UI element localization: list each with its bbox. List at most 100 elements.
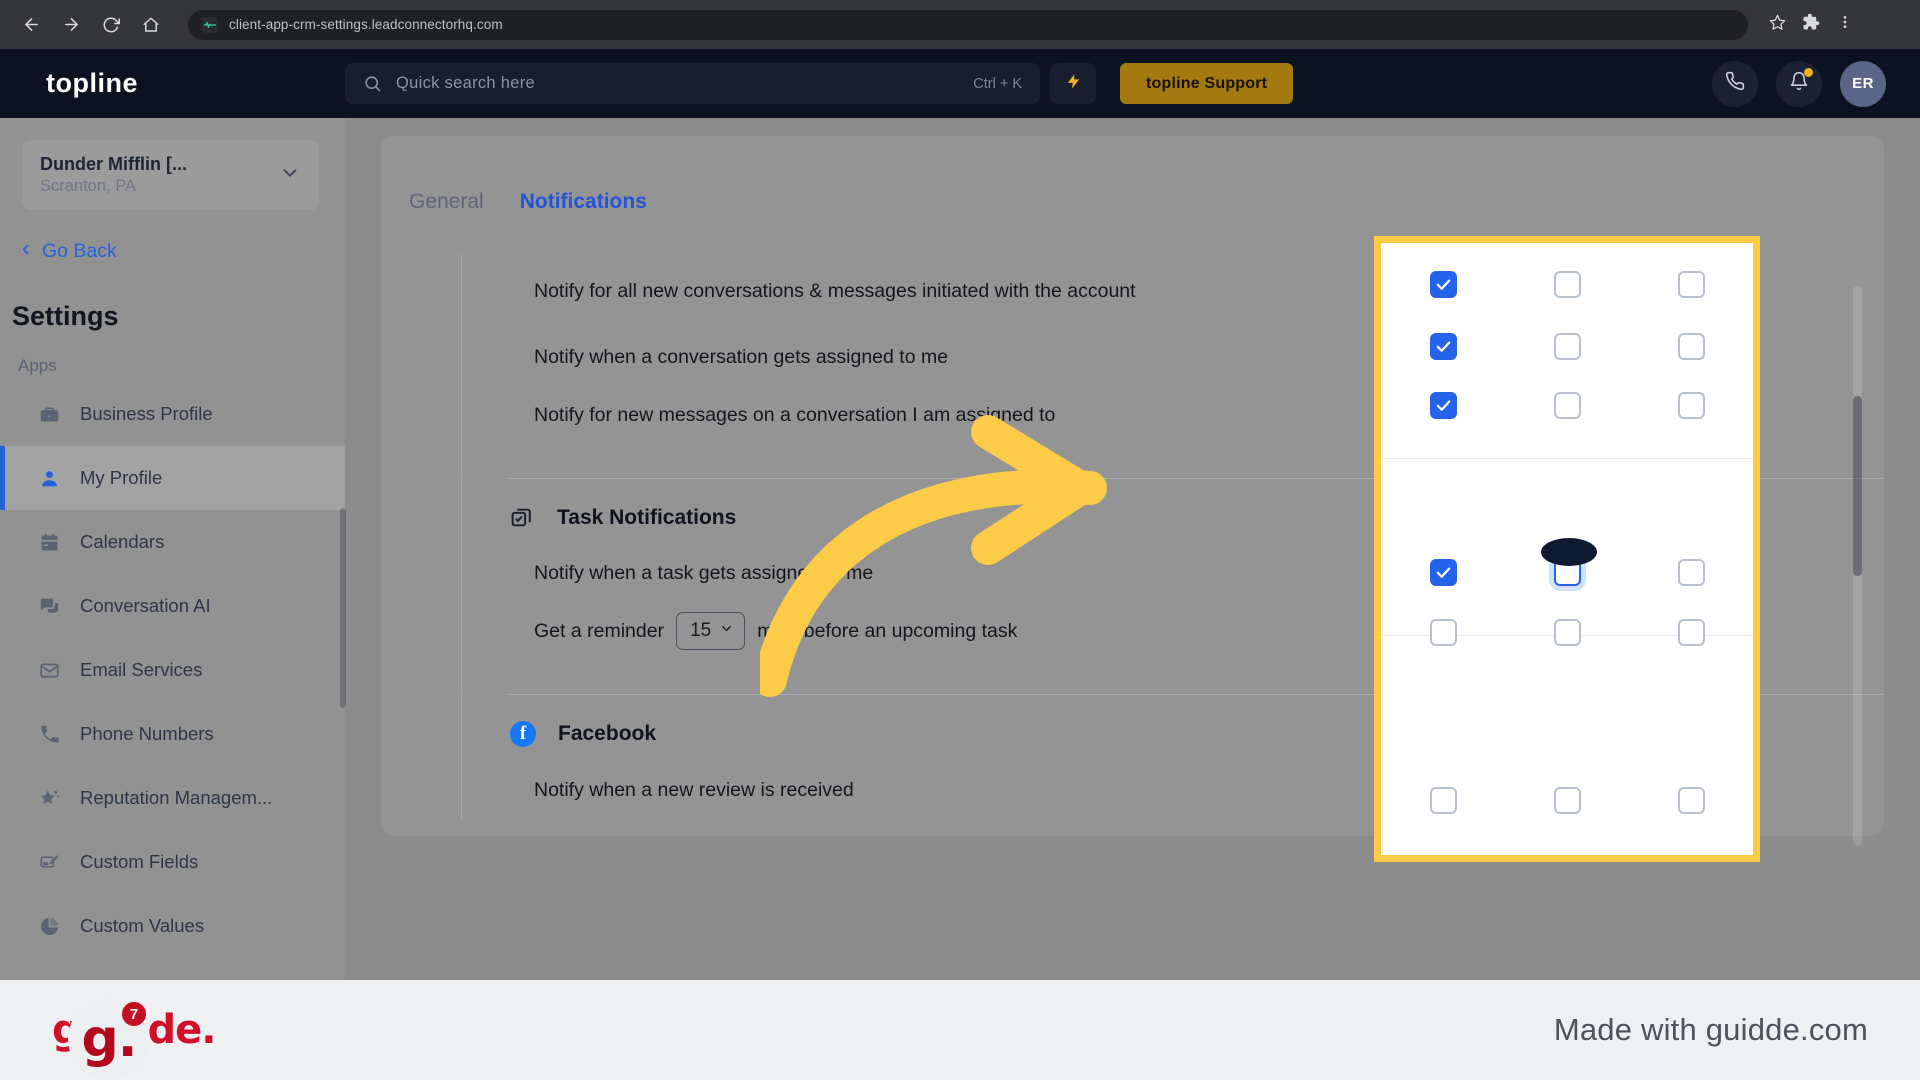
location-name: Dunder Mifflin [... — [40, 154, 187, 175]
checkbox-row-all-conversations — [1381, 255, 1753, 313]
facebook-icon: f — [510, 721, 536, 747]
reminder-suffix-label: mins before an upcoming task — [757, 619, 1018, 642]
section-title: Task Notifications — [557, 505, 737, 529]
checkbox-col3[interactable] — [1677, 618, 1705, 646]
checkbox-col3[interactable] — [1677, 558, 1705, 586]
sidebar-item-email-services[interactable]: Email Services — [0, 638, 345, 702]
phone-icon — [1725, 71, 1745, 96]
settings-tabs: General Notifications — [381, 136, 1884, 214]
row-label: Notify when a task gets assigned to me — [534, 561, 874, 584]
form-edit-icon — [34, 852, 64, 873]
phone-icon — [34, 724, 64, 745]
checkbox-col1[interactable] — [1429, 786, 1457, 814]
puzzle-icon — [1802, 13, 1820, 36]
checkbox-col1[interactable] — [1429, 618, 1457, 646]
checkbox-col3[interactable] — [1677, 391, 1705, 419]
checkbox-col3[interactable] — [1677, 786, 1705, 814]
sidebar-item-custom-fields[interactable]: Custom Fields — [0, 830, 345, 894]
sidebar-item-my-profile[interactable]: My Profile — [0, 446, 345, 510]
checkbox-col3[interactable] — [1677, 332, 1705, 360]
reload-button[interactable] — [94, 8, 128, 42]
app-logo[interactable]: topline — [0, 68, 345, 99]
sidebar-item-calendars[interactable]: Calendars — [0, 510, 345, 574]
checkbox-col2[interactable] — [1553, 270, 1581, 298]
search-shortcut-hint: Ctrl + K — [973, 75, 1022, 92]
tab-general[interactable]: General — [409, 190, 484, 214]
sidebar-item-label: Conversation AI — [80, 595, 211, 616]
checkbox-col3[interactable] — [1677, 270, 1705, 298]
checkbox-col1[interactable] — [1429, 270, 1457, 298]
sidebar-item-label: Business Profile — [80, 403, 213, 424]
search-placeholder: Quick search here — [396, 74, 535, 92]
guidde-footer: guidde. Made with guidde.com — [0, 980, 1920, 1080]
checkbox-col1[interactable] — [1429, 391, 1457, 419]
row-label: Notify when a new review is received — [534, 778, 854, 801]
row-label: Notify for new messages on a conversatio… — [534, 403, 1056, 426]
guidde-badge-count: 7 — [120, 1000, 148, 1028]
location-subtitle: Scranton, PA — [40, 176, 136, 195]
sidebar-item-label: Phone Numbers — [80, 723, 214, 744]
bookmark-button[interactable] — [1762, 10, 1792, 40]
row-label: Notify for all new conversations & messa… — [534, 279, 1136, 302]
search-icon — [363, 74, 382, 93]
go-back-link[interactable]: Go Back — [18, 240, 345, 263]
tab-notifications[interactable]: Notifications — [520, 190, 647, 214]
home-button[interactable] — [134, 8, 168, 42]
address-bar[interactable]: client-app-crm-settings.leadconnectorhq.… — [188, 9, 1748, 40]
person-icon — [34, 468, 64, 489]
phone-dialer-button[interactable] — [1712, 60, 1758, 107]
content-scrollbar-track[interactable] — [1853, 286, 1862, 846]
back-arrow-icon — [22, 15, 41, 34]
checkbox-col2[interactable] — [1553, 786, 1581, 814]
panel-row-separator — [1381, 458, 1753, 459]
chevron-left-icon — [18, 240, 33, 263]
sidebar-item-label: My Profile — [80, 467, 163, 488]
forward-arrow-icon — [62, 15, 81, 34]
home-icon — [142, 16, 160, 34]
page-title: Settings — [12, 301, 119, 331]
reminder-row: Get a reminder 15 mins before an upcomin… — [534, 612, 1017, 650]
reminder-minutes-select[interactable]: 15 — [676, 612, 746, 650]
quick-search-input[interactable]: Quick search here Ctrl + K — [345, 63, 1040, 104]
forward-button[interactable] — [54, 8, 88, 42]
sidebar-item-custom-values[interactable]: Custom Values — [0, 894, 345, 958]
sidebar-item-business-profile[interactable]: Business Profile — [0, 382, 345, 446]
back-button[interactable] — [14, 8, 48, 42]
row-label: Notify when a conversation gets assigned… — [534, 345, 949, 368]
checkbox-col2[interactable] — [1553, 391, 1581, 419]
location-switcher[interactable]: Dunder Mifflin [... Scranton, PA — [22, 140, 319, 210]
app-header: topline Quick search here Ctrl + K topli… — [0, 49, 1920, 118]
sidebar-item-phone-numbers[interactable]: Phone Numbers — [0, 702, 345, 766]
star-sparkle-icon — [34, 788, 64, 809]
checkbox-col2[interactable] — [1553, 618, 1581, 646]
notifications-button[interactable] — [1776, 60, 1822, 107]
sidebar-item-label: Email Services — [80, 659, 203, 680]
mouse-cursor — [1540, 535, 1598, 574]
checkbox-col1[interactable] — [1429, 558, 1457, 586]
envelope-icon — [34, 660, 64, 681]
briefcase-icon — [34, 404, 64, 425]
reload-icon — [102, 16, 120, 34]
url-text: client-app-crm-settings.leadconnectorhq.… — [229, 17, 503, 32]
sidebar-scrollbar-thumb[interactable] — [340, 508, 346, 708]
sidebar-item-label: Calendars — [80, 531, 165, 552]
reminder-prefix-label: Get a reminder — [534, 619, 665, 642]
checkbox-col1[interactable] — [1429, 332, 1457, 360]
sidebar-item-label: Reputation Managem... — [80, 787, 273, 808]
support-button[interactable]: topline Support — [1120, 63, 1294, 104]
chrome-menu-button[interactable] — [1830, 10, 1860, 40]
pie-chart-icon — [34, 916, 64, 937]
quick-actions-button[interactable] — [1050, 63, 1096, 104]
content-scrollbar-thumb[interactable] — [1853, 396, 1862, 576]
sidebar-item-conversation-ai[interactable]: Conversation AI — [0, 574, 345, 638]
sidebar-item-reputation-management[interactable]: Reputation Managem... — [0, 766, 345, 830]
checkbox-col2[interactable] — [1553, 332, 1581, 360]
guidde-widget[interactable]: g. 7 — [68, 998, 150, 1080]
task-copy-icon — [510, 505, 535, 530]
reminder-minutes-value: 15 — [690, 620, 712, 642]
user-avatar[interactable]: ER — [1840, 60, 1886, 107]
checkbox-row-task-reminder — [1381, 603, 1753, 661]
extensions-button[interactable] — [1796, 10, 1826, 40]
kebab-menu-icon — [1837, 14, 1853, 35]
sidebar-item-label: Custom Values — [80, 915, 205, 936]
